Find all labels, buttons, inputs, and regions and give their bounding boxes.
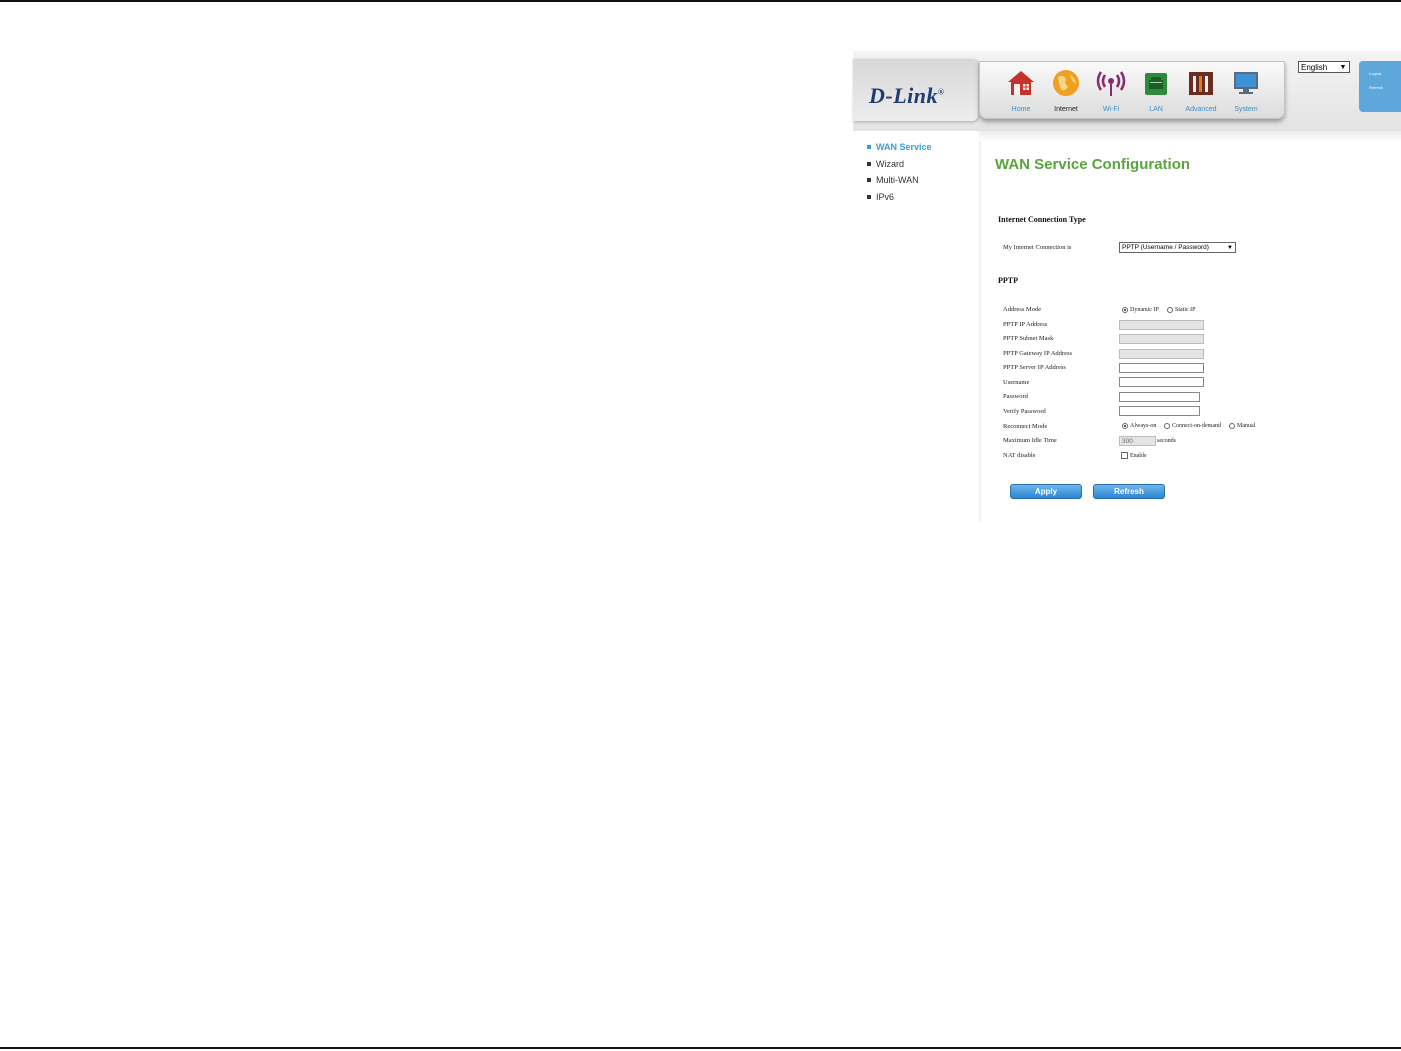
nat-enable-checkbox[interactable] xyxy=(1121,452,1128,459)
idle-time-input[interactable]: 300 xyxy=(1119,436,1156,446)
reconnect-always-on[interactable]: Always-on xyxy=(1122,423,1156,429)
verify-password-input[interactable] xyxy=(1119,406,1200,416)
nat-disable-label: NAT disable xyxy=(1003,452,1036,459)
verify-password-label: Verify Password xyxy=(1003,408,1046,415)
reconnect-mode-label: Reconnect Mode xyxy=(1003,423,1048,430)
pptp-subnet-label: PPTP Subnet Mask xyxy=(1003,335,1054,342)
nav-label: Wi-Fi xyxy=(1102,106,1120,113)
radio-static-ip[interactable] xyxy=(1167,307,1173,313)
address-mode-label: Address Mode xyxy=(1003,306,1042,313)
nav-wifi[interactable]: Wi-Fi xyxy=(1091,66,1131,114)
wifi-icon xyxy=(1096,71,1126,96)
nav-advanced[interactable]: Advanced xyxy=(1181,66,1221,114)
nav-label: Internet xyxy=(1054,106,1078,113)
sidebar-item-multi-wan[interactable]: Multi-WAN xyxy=(853,172,978,189)
username-label: Username xyxy=(1003,379,1030,386)
radio-manual[interactable] xyxy=(1229,423,1235,429)
sidebar-menu: WAN Service Wizard Multi-WAN IPv6 xyxy=(853,139,978,205)
radio-connect-on-demand[interactable] xyxy=(1164,423,1170,429)
apply-button[interactable]: Apply xyxy=(1010,484,1082,499)
language-select[interactable]: English ▼ xyxy=(1298,61,1350,73)
header: D-Link® Home Internet Wi-Fi LAN Advanced… xyxy=(853,51,1401,131)
router-admin-window: D-Link® Home Internet Wi-Fi LAN Advanced… xyxy=(853,51,1401,521)
pptp-section-title: PPTP xyxy=(998,276,1018,285)
lan-icon xyxy=(1145,73,1167,95)
refresh-button[interactable]: Refresh xyxy=(1093,484,1165,499)
logo-area: D-Link® xyxy=(853,59,978,121)
nav-label: Advanced xyxy=(1185,106,1217,113)
nav-internet[interactable]: Internet xyxy=(1046,66,1086,114)
nav-label: System xyxy=(1234,106,1258,113)
reconnect-on-demand[interactable]: Connect-on-demand xyxy=(1164,423,1221,429)
pptp-ip-input[interactable] xyxy=(1119,320,1204,330)
sidebar-item-ipv6[interactable]: IPv6 xyxy=(853,189,978,206)
sidebar-item-wan-service[interactable]: WAN Service xyxy=(853,139,978,156)
pptp-server-ip-label: PPTP Server IP Address xyxy=(1003,364,1066,371)
nav-label: LAN xyxy=(1149,106,1163,113)
page-bottom-rule xyxy=(0,1047,1401,1049)
connection-type-select[interactable]: PPTP (Username / Password) ▼ xyxy=(1119,242,1236,253)
content-top-shadow xyxy=(979,131,1401,141)
language-selected: English xyxy=(1301,63,1328,72)
content-panel: WAN Service Configuration Internet Conne… xyxy=(979,131,1401,521)
pptp-ip-label: PPTP IP Address xyxy=(1003,321,1048,328)
top-nav: Home Internet Wi-Fi LAN Advanced System xyxy=(979,61,1285,119)
side-panel: Logout Refresh xyxy=(1359,61,1401,112)
address-mode-dynamic[interactable]: Dynamic IP xyxy=(1122,307,1159,313)
password-label: Password xyxy=(1003,393,1028,400)
address-mode-static[interactable]: Static IP xyxy=(1167,307,1196,313)
pptp-gateway-label: PPTP Gateway IP Address xyxy=(1003,350,1073,357)
nav-home[interactable]: Home xyxy=(1001,66,1041,114)
house-icon xyxy=(1008,71,1034,95)
chevron-down-icon: ▼ xyxy=(1339,64,1347,71)
page-top-rule xyxy=(0,0,1401,2)
idle-time-unit: seconds xyxy=(1157,438,1176,444)
page-title: WAN Service Configuration xyxy=(995,156,1191,173)
connection-label: My Internet Connection is xyxy=(1003,244,1072,251)
connection-type-value: PPTP (Username / Password) xyxy=(1122,244,1209,251)
chevron-down-icon: ▼ xyxy=(1227,245,1233,251)
pptp-subnet-input[interactable] xyxy=(1119,334,1204,344)
pptp-server-ip-input[interactable] xyxy=(1119,363,1204,373)
dlink-logo: D-Link® xyxy=(869,83,945,108)
globe-icon xyxy=(1053,70,1079,96)
username-input[interactable] xyxy=(1119,377,1204,387)
nav-label: Home xyxy=(1011,106,1031,113)
sidebar-item-wizard[interactable]: Wizard xyxy=(853,156,978,173)
monitor-icon xyxy=(1234,72,1258,94)
reconnect-manual[interactable]: Manual xyxy=(1229,423,1255,429)
nav-lan[interactable]: LAN xyxy=(1136,66,1176,114)
radio-dynamic-ip[interactable] xyxy=(1122,307,1128,313)
nav-system[interactable]: System xyxy=(1226,66,1266,114)
logout-button[interactable]: Logout xyxy=(1369,71,1401,76)
password-input[interactable] xyxy=(1119,392,1200,402)
connection-section-title: Internet Connection Type xyxy=(998,215,1086,224)
radio-always-on[interactable] xyxy=(1122,423,1128,429)
toolbox-icon xyxy=(1189,72,1213,95)
idle-time-label: Maximum Idle Time xyxy=(1003,437,1057,444)
nat-enable-option[interactable]: Enable xyxy=(1121,452,1147,459)
pptp-gateway-input[interactable] xyxy=(1119,349,1204,359)
refresh-link[interactable]: Refresh xyxy=(1369,85,1401,90)
